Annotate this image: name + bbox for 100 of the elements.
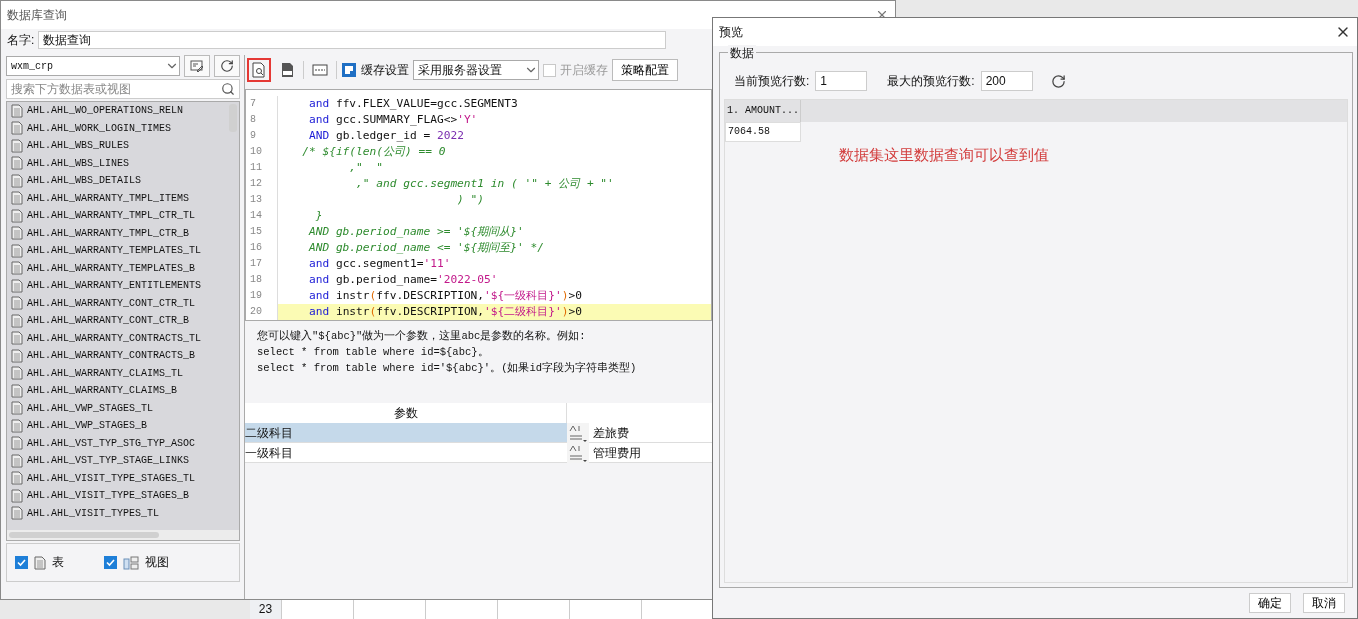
cache-mode-select[interactable]: 采用服务器设置 bbox=[413, 60, 539, 80]
sql-icon bbox=[312, 64, 328, 76]
edit-icon bbox=[190, 59, 204, 73]
table-item[interactable]: AHL.AHL_WARRANTY_TMPL_CTR_TL bbox=[7, 207, 227, 225]
table-icon bbox=[11, 348, 23, 363]
code-line: /* ${if(len(公司) == 0 bbox=[301, 144, 447, 160]
code-line: and ffv.FLEX_VALUE=gcc.SEGMENT3 bbox=[307, 96, 519, 112]
max-rows-label: 最大的预览行数: bbox=[887, 72, 975, 90]
table-icon bbox=[11, 208, 23, 223]
table-icon bbox=[11, 401, 23, 416]
row-number: 23 bbox=[250, 599, 282, 619]
code-line: ," and gcc.segment1 in ( '" + 公司 + "' bbox=[355, 176, 615, 192]
table-item[interactable]: AHL.AHL_VISIT_TYPES_TL bbox=[7, 504, 227, 522]
sql-editor[interactable] bbox=[245, 89, 712, 321]
param-value[interactable]: 管理费用 bbox=[589, 443, 712, 462]
window-title: 预览 bbox=[719, 23, 743, 41]
table-item[interactable]: AHL.AHL_VISIT_TYPE_STAGES_B bbox=[7, 487, 227, 505]
checkbox[interactable] bbox=[15, 556, 28, 569]
table-icon bbox=[11, 103, 23, 118]
code-line: ," " bbox=[348, 160, 385, 176]
help-text: select * from table where id=${abc}。 bbox=[257, 345, 490, 359]
table-item[interactable]: AHL.AHL_WO_OPERATIONS_RELN bbox=[7, 102, 227, 120]
code-line: and instr(ffv.DESCRIPTION,'${一级科目}')>0 bbox=[307, 288, 584, 304]
table-icon bbox=[11, 436, 23, 451]
table-icon bbox=[11, 313, 23, 328]
annotation-text: 数据集这里数据查询可以查到值 bbox=[839, 146, 1050, 165]
help-text: select * from table where id='${abc}'。(如果id字段为字符串类型) bbox=[257, 361, 638, 375]
code-line: and gcc.SUMMARY_FLAG<>'Y' bbox=[307, 112, 479, 128]
max-rows-field[interactable]: 200 bbox=[980, 71, 1033, 91]
filter-label: 表 bbox=[52, 554, 64, 571]
current-rows-field[interactable]: 1 bbox=[815, 71, 868, 91]
table-icon bbox=[11, 156, 23, 171]
param-name[interactable]: 二级科目 bbox=[245, 423, 567, 442]
table-icon bbox=[11, 366, 23, 381]
name-field[interactable]: 数据查询 bbox=[38, 31, 667, 49]
table-item[interactable]: AHL.AHL_WBS_DETAILS bbox=[7, 172, 227, 190]
table-icon bbox=[11, 243, 23, 258]
code-line: AND gb.period_name >= '${期间从}' bbox=[307, 224, 525, 240]
code-line: AND gb.period_name <= '${期间至}' */ bbox=[307, 240, 545, 256]
code-line: and gcc.segment1='11' bbox=[307, 256, 452, 272]
table-item[interactable]: AHL.AHL_WARRANTY_TEMPLATES_TL bbox=[7, 242, 227, 260]
table-icon bbox=[34, 555, 46, 570]
window-title: 数据库查询 bbox=[7, 6, 67, 24]
filter-label: 视图 bbox=[145, 554, 169, 571]
table-item[interactable]: AHL.AHL_WARRANTY_CONT_CTR_B bbox=[7, 312, 227, 330]
type-icon[interactable] bbox=[567, 443, 589, 463]
preview-button[interactable] bbox=[247, 58, 271, 82]
table-icon bbox=[11, 471, 23, 486]
refresh-button[interactable] bbox=[214, 55, 240, 77]
table-item[interactable]: AHL.AHL_WBS_LINES bbox=[7, 154, 227, 172]
code-line: } bbox=[314, 208, 324, 224]
table-item[interactable]: AHL.AHL_WBS_RULES bbox=[7, 137, 227, 155]
table-icon bbox=[11, 418, 23, 433]
view-icon bbox=[123, 555, 139, 570]
connection-select[interactable]: wxm_crp bbox=[6, 56, 180, 76]
table-item[interactable]: AHL.AHL_WARRANTY_CLAIMS_TL bbox=[7, 364, 227, 382]
search-field[interactable]: 搜索下方数据表或视图 bbox=[6, 79, 240, 99]
table-item[interactable]: AHL.AHL_VWP_STAGES_TL bbox=[7, 399, 227, 417]
current-rows-label: 当前预览行数: bbox=[734, 72, 810, 90]
table-icon bbox=[11, 331, 23, 346]
table-icon bbox=[11, 453, 23, 468]
table-icon bbox=[11, 138, 23, 153]
table-icon bbox=[11, 121, 23, 136]
code-line: ) ") bbox=[456, 192, 486, 208]
table-item[interactable]: AHL.AHL_WARRANTY_TEMPLATES_B bbox=[7, 259, 227, 277]
table-icon bbox=[11, 226, 23, 241]
type-icon[interactable] bbox=[567, 423, 589, 443]
table-item[interactable]: AHL.AHL_WARRANTY_TMPL_CTR_B bbox=[7, 224, 227, 242]
scrollbar-thumb[interactable] bbox=[9, 532, 159, 538]
table-item[interactable]: AHL.AHL_WARRANTY_CONTRACTS_B bbox=[7, 347, 227, 365]
table-item[interactable]: AHL.AHL_WARRANTY_CONT_CTR_TL bbox=[7, 294, 227, 312]
param-value[interactable]: 差旅费 bbox=[589, 423, 712, 442]
table-item[interactable]: AHL.AHL_WARRANTY_CONTRACTS_TL bbox=[7, 329, 227, 347]
checkbox[interactable] bbox=[104, 556, 117, 569]
table-icon bbox=[11, 278, 23, 293]
table-item[interactable]: AHL.AHL_WORK_LOGIN_TIMES bbox=[7, 119, 227, 137]
table-icon bbox=[11, 383, 23, 398]
cancel-button[interactable]: 取消 bbox=[1303, 593, 1345, 613]
table-item[interactable]: AHL.AHL_WARRANTY_ENTITLEMENTS bbox=[7, 277, 227, 295]
edit-connection-button[interactable] bbox=[184, 55, 210, 77]
table-icon bbox=[11, 506, 23, 521]
refresh-icon[interactable] bbox=[1050, 73, 1066, 89]
cache-icon bbox=[341, 62, 357, 78]
table-item[interactable]: AHL.AHL_VISIT_TYPE_STAGES_TL bbox=[7, 469, 227, 487]
document-search-icon bbox=[252, 62, 266, 78]
table-item[interactable]: AHL.AHL_VST_TYP_STAGE_LINKS bbox=[7, 452, 227, 470]
file-icon bbox=[280, 62, 294, 78]
table-item[interactable]: AHL.AHL_VST_TYP_STG_TYP_ASOC bbox=[7, 434, 227, 452]
param-name[interactable]: 一级科目 bbox=[245, 443, 567, 462]
table-item[interactable]: AHL.AHL_VWP_STAGES_B bbox=[7, 417, 227, 435]
refresh-icon bbox=[220, 59, 234, 73]
help-text: 您可以键入"${abc}"做为一个参数，这里abc是参数的名称。例如: bbox=[257, 329, 587, 343]
ok-button[interactable]: 确定 bbox=[1249, 593, 1291, 613]
table-cell: 7064.58 bbox=[725, 122, 801, 142]
name-label: 名字: bbox=[7, 31, 35, 49]
code-line: and gb.period_name='2022-05' bbox=[307, 272, 499, 288]
table-item[interactable]: AHL.AHL_WARRANTY_CLAIMS_B bbox=[7, 382, 227, 400]
table-icon bbox=[11, 173, 23, 188]
table-item[interactable]: AHL.AHL_WARRANTY_TMPL_ITEMS bbox=[7, 189, 227, 207]
policy-button[interactable]: 策略配置 bbox=[612, 59, 678, 81]
